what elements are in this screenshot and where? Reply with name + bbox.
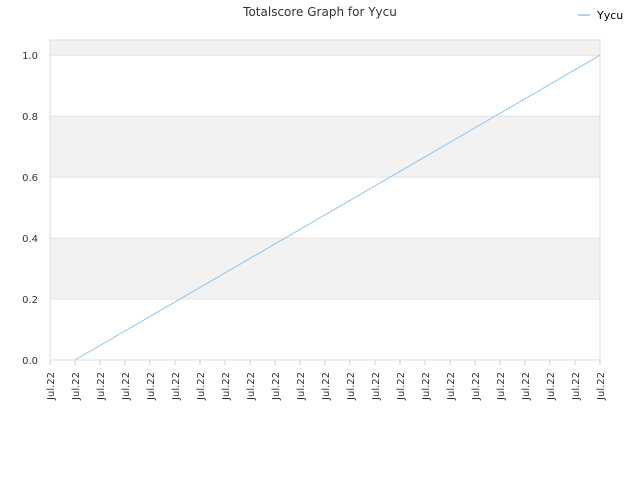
x-tick-label: Jul.22 xyxy=(296,372,307,401)
plot-background-bands xyxy=(50,40,600,361)
y-tick-label: 0.0 xyxy=(22,356,38,367)
x-tick-label: Jul.22 xyxy=(271,372,282,401)
x-tick-label: Jul.22 xyxy=(71,372,82,401)
x-tick-label: Jul.22 xyxy=(171,372,182,401)
grid-band xyxy=(50,40,600,56)
grid-band xyxy=(50,116,600,178)
grid-band xyxy=(50,238,600,300)
x-tick-label: Jul.22 xyxy=(521,372,532,401)
x-tick-label: Jul.22 xyxy=(121,372,132,401)
x-tick-label: Jul.22 xyxy=(371,372,382,401)
x-tick-label: Jul.22 xyxy=(46,372,57,401)
x-tick-label: Jul.22 xyxy=(446,372,457,401)
chart-title: Totalscore Graph for Yycu xyxy=(242,5,397,19)
x-tick-label: Jul.22 xyxy=(196,372,207,401)
grid-band xyxy=(50,177,600,239)
x-tick-label: Jul.22 xyxy=(471,372,482,401)
x-tick-label: Jul.22 xyxy=(596,372,607,401)
x-tick-label: Jul.22 xyxy=(146,372,157,401)
y-tick-label: 0.4 xyxy=(22,234,38,245)
x-tick-label: Jul.22 xyxy=(321,372,332,401)
y-axis: 0.0 0.2 0.4 0.6 0.8 1.0 xyxy=(22,51,38,367)
x-tick-label: Jul.22 xyxy=(96,372,107,401)
y-tick-label: 0.6 xyxy=(22,173,38,184)
x-tick-label: Jul.22 xyxy=(421,372,432,401)
chart: Totalscore Graph for Yycu 0.00.20.40.60.… xyxy=(22,5,623,401)
x-tick-label: Jul.22 xyxy=(221,372,232,401)
y-tick-label: 0.8 xyxy=(22,112,38,123)
x-axis: Jul.22 Jul.22 Jul.22 Jul.22 Jul.22 Jul.22 Jul.… xyxy=(46,360,607,401)
x-tick-label: Jul.22 xyxy=(496,372,507,401)
x-tick-label: Jul.22 xyxy=(246,372,257,401)
legend: Yycu xyxy=(578,9,623,22)
legend-label: Yycu xyxy=(596,9,623,22)
grid-band xyxy=(50,299,600,360)
y-tick-label: 0.2 xyxy=(22,295,38,306)
grid-band xyxy=(50,55,600,117)
x-tick-label: Jul.22 xyxy=(546,372,557,401)
x-tick-label: Jul.22 xyxy=(346,372,357,401)
x-tick-label: Jul.22 xyxy=(396,372,407,401)
y-tick-label: 1.0 xyxy=(22,51,38,62)
x-tick-label: Jul.22 xyxy=(571,372,582,401)
